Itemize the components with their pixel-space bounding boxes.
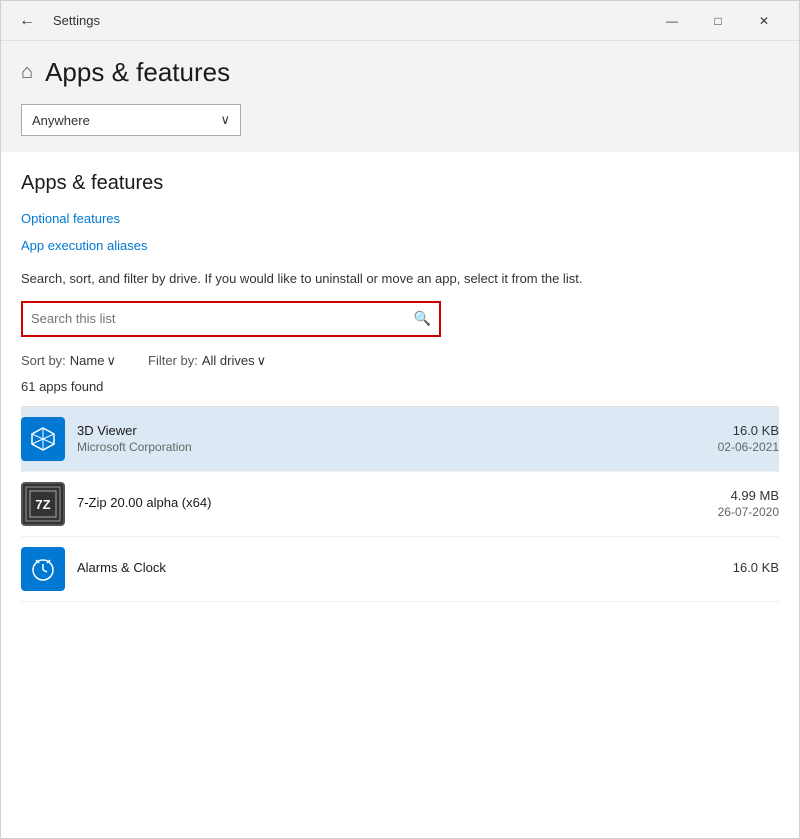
filter-chevron: ∨ [257, 353, 267, 369]
home-icon: ⌂ [21, 61, 33, 84]
maximize-button[interactable]: □ [695, 1, 741, 41]
app-meta-3d-viewer: 16.0 KB 02-06-2021 [718, 423, 779, 454]
app-info-3d-viewer: 3D Viewer Microsoft Corporation [77, 423, 706, 454]
app-meta-7zip: 4.99 MB 26-07-2020 [718, 488, 779, 519]
app-info-alarms: Alarms & Clock [77, 560, 721, 577]
apps-count: 61 apps found [21, 379, 779, 394]
content-area: ⌂ Apps & features Anywhere ∨ Apps & feat… [1, 41, 799, 838]
sort-filter-bar: Sort by: Name ∨ Filter by: All drives ∨ [21, 353, 779, 369]
app-date-3d-viewer: 02-06-2021 [718, 440, 779, 454]
close-button[interactable]: ✕ [741, 1, 787, 41]
app-icon-3d-viewer [21, 417, 65, 461]
dropdown-bar: Anywhere ∨ [1, 100, 799, 152]
app-item-alarms[interactable]: Alarms & Clock 16.0 KB [21, 537, 779, 602]
window-title: Settings [53, 13, 100, 28]
minimize-button[interactable]: — [649, 1, 695, 41]
app-info-7zip: 7-Zip 20.00 alpha (x64) [77, 495, 706, 512]
app-list: 3D Viewer Microsoft Corporation 16.0 KB … [21, 406, 779, 602]
back-button[interactable]: ← [13, 7, 41, 35]
app-name-alarms: Alarms & Clock [77, 560, 721, 575]
filter-by-item: Filter by: All drives ∨ [148, 353, 266, 369]
app-item-3d-viewer[interactable]: 3D Viewer Microsoft Corporation 16.0 KB … [21, 407, 779, 472]
sort-value-text: Name [70, 353, 105, 368]
filter-by-value[interactable]: All drives ∨ [202, 353, 266, 369]
optional-features-link[interactable]: Optional features [21, 211, 779, 226]
filter-value-text: All drives [202, 353, 255, 368]
page-header: ⌂ Apps & features [1, 41, 799, 100]
main-content: Apps & features Optional features App ex… [1, 152, 799, 838]
app-item-7zip[interactable]: 7Z 7-Zip 20.00 alpha (x64) 4.99 MB 26-07… [21, 472, 779, 537]
app-size-alarms: 16.0 KB [733, 560, 779, 575]
app-name-3d-viewer: 3D Viewer [77, 423, 706, 438]
title-bar-nav: ← Settings [13, 7, 649, 35]
title-bar: ← Settings — □ ✕ [1, 1, 799, 41]
sort-by-label: Sort by: [21, 353, 66, 368]
app-publisher-3d-viewer: Microsoft Corporation [77, 440, 706, 454]
app-icon-7zip: 7Z [21, 482, 65, 526]
app-meta-alarms: 16.0 KB [733, 560, 779, 577]
svg-text:7Z: 7Z [35, 497, 50, 512]
app-name-7zip: 7-Zip 20.00 alpha (x64) [77, 495, 706, 510]
section-title: Apps & features [21, 172, 779, 195]
dropdown-chevron: ∨ [220, 112, 230, 128]
description-text: Search, sort, and filter by drive. If yo… [21, 269, 661, 289]
search-box[interactable]: 🔍 [21, 301, 441, 337]
window-controls: — □ ✕ [649, 1, 787, 41]
settings-window: ← Settings — □ ✕ ⌂ Apps & features Anywh… [0, 0, 800, 839]
dropdown-value: Anywhere [32, 113, 90, 128]
page-title: Apps & features [45, 57, 230, 88]
sort-by-item: Sort by: Name ∨ [21, 353, 116, 369]
search-icon: 🔍 [414, 310, 431, 327]
sort-by-value[interactable]: Name ∨ [70, 353, 116, 369]
app-icon-alarms [21, 547, 65, 591]
search-input[interactable] [31, 311, 410, 326]
app-date-7zip: 26-07-2020 [718, 505, 779, 519]
app-execution-link[interactable]: App execution aliases [21, 238, 779, 253]
filter-by-label: Filter by: [148, 353, 198, 368]
app-size-3d-viewer: 16.0 KB [718, 423, 779, 438]
app-size-7zip: 4.99 MB [718, 488, 779, 503]
sort-chevron: ∨ [106, 353, 116, 369]
anywhere-dropdown[interactable]: Anywhere ∨ [21, 104, 241, 136]
